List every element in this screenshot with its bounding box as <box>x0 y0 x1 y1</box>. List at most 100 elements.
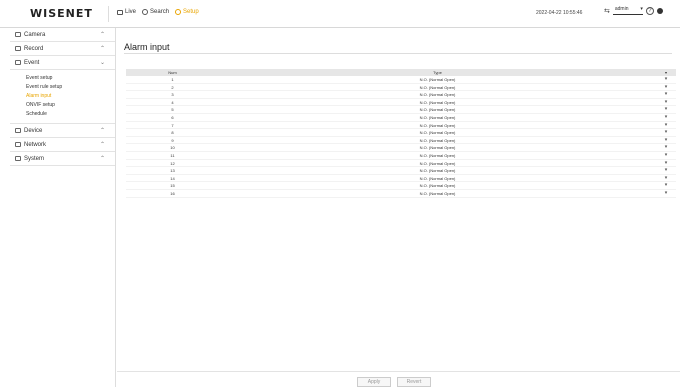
alarm-type-select[interactable]: N.O. (Normal Open) <box>219 91 656 98</box>
monitor-icon <box>117 9 123 15</box>
chevron-up-icon: ⌃ <box>99 156 105 162</box>
nav-live[interactable]: Live <box>117 9 136 15</box>
alarm-input-table: Num Type ▾ 1 N.O. (Normal Open) ▾ 2 N.O. (No… <box>126 69 676 198</box>
chevron-down-icon[interactable]: ▾ <box>656 84 676 91</box>
chevron-down-icon[interactable]: ▾ <box>656 76 676 83</box>
table-row: 15 N.O. (Normal Open) ▾ <box>126 182 676 190</box>
alarm-type-select[interactable]: N.O. (Normal Open) <box>219 182 656 189</box>
sidebar-item-alarm-input[interactable]: Alarm input <box>26 92 115 101</box>
chevron-down-icon[interactable]: ▾ <box>656 91 676 98</box>
column-header-type: Type <box>433 70 442 75</box>
nav-search[interactable]: Search <box>142 9 169 15</box>
top-right-controls: ⇆ admin ▾ ? <box>604 6 663 15</box>
table-row: 12 N.O. (Normal Open) ▾ <box>126 160 676 168</box>
table-row: 1 N.O. (Normal Open) ▾ <box>126 76 676 84</box>
sidebar-section-record[interactable]: Record ⌃ <box>10 42 115 56</box>
title-divider <box>124 53 672 54</box>
sidebar-section-camera[interactable]: Camera ⌃ <box>10 28 115 42</box>
help-icon[interactable]: ? <box>645 6 654 15</box>
table-body: 1 N.O. (Normal Open) ▾ 2 N.O. (Normal Open) ▾… <box>126 76 676 198</box>
nav-live-label: Live <box>125 9 137 15</box>
top-bar: WISENET Live Search Setup 2022-04-22 10:… <box>0 0 680 28</box>
top-nav: Live Search Setup <box>117 9 199 15</box>
sidebar-section-label: Camera <box>24 31 46 38</box>
alarm-type-select[interactable]: N.O. (Normal Open) <box>219 122 656 129</box>
apply-button[interactable]: Apply <box>357 377 391 387</box>
logout-icon[interactable] <box>656 7 663 14</box>
chevron-down-icon[interactable]: ▾ <box>656 114 676 121</box>
alarm-type-select[interactable]: N.O. (Normal Open) <box>219 84 656 91</box>
sidebar-section-device[interactable]: Device ⌃ <box>10 124 115 138</box>
chevron-down-icon[interactable]: ▾ <box>656 122 676 129</box>
chevron-down-icon: ▾ <box>640 6 643 12</box>
alarm-type-select[interactable]: N.O. (Normal Open) <box>219 106 656 113</box>
alarm-type-select[interactable]: N.O. (Normal Open) <box>219 137 656 144</box>
share-icon[interactable]: ⇆ <box>604 7 610 15</box>
alarm-type-select[interactable]: N.O. (Normal Open) <box>219 144 656 151</box>
alarm-num: 10 <box>170 145 175 151</box>
chevron-up-icon: ⌃ <box>99 32 105 38</box>
table-row: 3 N.O. (Normal Open) ▾ <box>126 91 676 99</box>
sidebar-item-event-setup[interactable]: Event setup <box>26 74 115 83</box>
alarm-type-select[interactable]: N.O. (Normal Open) <box>219 76 656 83</box>
header-expand-icon[interactable]: ▾ <box>656 69 676 76</box>
system-icon <box>15 156 21 161</box>
alarm-type-select[interactable]: N.O. (Normal Open) <box>219 160 656 167</box>
chevron-down-icon[interactable]: ▾ <box>656 167 676 174</box>
sidebar-section-label: Event <box>24 59 40 66</box>
search-icon <box>142 9 149 15</box>
sidebar-section-label: Network <box>24 141 47 148</box>
table-row: 13 N.O. (Normal Open) ▾ <box>126 167 676 175</box>
sidebar-item-onvif-setup[interactable]: ONVIF setup <box>26 101 115 110</box>
logo-divider <box>108 6 109 22</box>
alarm-type-select[interactable]: N.O. (Normal Open) <box>219 152 656 159</box>
chevron-down-icon[interactable]: ▾ <box>656 160 676 167</box>
sidebar-item-event-rule-setup[interactable]: Event rule setup <box>26 83 115 92</box>
user-select[interactable]: admin ▾ <box>612 6 643 15</box>
table-row: 16 N.O. (Normal Open) ▾ <box>126 190 676 198</box>
chevron-down-icon[interactable]: ▾ <box>656 175 676 182</box>
alarm-type-select[interactable]: N.O. (Normal Open) <box>219 190 656 197</box>
chevron-down-icon[interactable]: ▾ <box>656 152 676 159</box>
table-row: 2 N.O. (Normal Open) ▾ <box>126 84 676 92</box>
sidebar-section-system[interactable]: System ⌃ <box>10 152 115 166</box>
page-title: Alarm input <box>124 42 170 52</box>
chevron-down-icon[interactable]: ▾ <box>656 144 676 151</box>
alarm-num: 2 <box>171 84 174 90</box>
alarm-num: 13 <box>170 168 175 174</box>
nav-setup[interactable]: Setup <box>175 9 199 15</box>
action-bar: Apply Revert <box>117 371 680 387</box>
main-content: Alarm input Num Type ▾ 1 N.O. (Normal Ope… <box>117 28 680 387</box>
gear-icon <box>175 9 182 15</box>
table-row: 10 N.O. (Normal Open) ▾ <box>126 144 676 152</box>
revert-button[interactable]: Revert <box>397 377 431 387</box>
table-row: 4 N.O. (Normal Open) ▾ <box>126 99 676 107</box>
sidebar-item-schedule[interactable]: Schedule <box>26 110 115 119</box>
alarm-num: 5 <box>171 107 174 113</box>
alarm-type-select[interactable]: N.O. (Normal Open) <box>219 129 656 136</box>
alarm-num: 1 <box>171 77 174 82</box>
chevron-down-icon[interactable]: ▾ <box>656 182 676 189</box>
network-icon <box>15 142 21 147</box>
chevron-down-icon[interactable]: ▾ <box>656 190 676 197</box>
chevron-up-icon: ⌃ <box>99 128 105 134</box>
chevron-down-icon[interactable]: ▾ <box>656 99 676 106</box>
table-row: 11 N.O. (Normal Open) ▾ <box>126 152 676 160</box>
alarm-num: 6 <box>171 114 174 120</box>
chevron-down-icon[interactable]: ▾ <box>656 137 676 144</box>
alarm-type-select[interactable]: N.O. (Normal Open) <box>219 175 656 182</box>
chevron-down-icon[interactable]: ▾ <box>656 129 676 136</box>
table-row: 6 N.O. (Normal Open) ▾ <box>126 114 676 122</box>
alarm-num: 14 <box>170 175 175 181</box>
alarm-num: 9 <box>171 137 174 143</box>
sidebar-section-event[interactable]: Event ⌄ <box>10 56 115 70</box>
alarm-type-select[interactable]: N.O. (Normal Open) <box>219 99 656 106</box>
nav-search-label: Search <box>150 9 170 15</box>
table-row: 9 N.O. (Normal Open) ▾ <box>126 137 676 145</box>
alarm-num: 12 <box>170 160 175 166</box>
alarm-type-select[interactable]: N.O. (Normal Open) <box>219 114 656 121</box>
sidebar-section-network[interactable]: Network ⌃ <box>10 138 115 152</box>
chevron-down-icon[interactable]: ▾ <box>656 106 676 113</box>
alarm-type-select[interactable]: N.O. (Normal Open) <box>219 167 656 174</box>
event-submenu: Event setup Event rule setup Alarm input… <box>10 70 115 124</box>
